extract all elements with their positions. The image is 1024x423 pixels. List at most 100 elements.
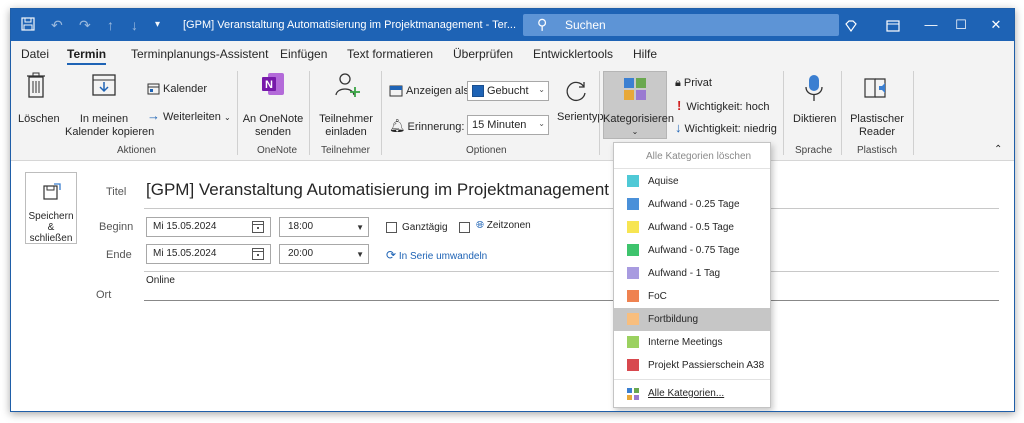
arrow-down-icon[interactable]: ↓ [131, 17, 138, 33]
chevron-down-icon: ▼ [356, 250, 364, 259]
category-item[interactable]: Aufwand - 0.75 Tage [614, 239, 770, 262]
chevron-down-icon: ⌄ [631, 127, 639, 136]
clear-all-categories-item[interactable]: Alle Kategorien löschen [614, 143, 770, 169]
reminder-dropdown[interactable]: 15 Minuten ⌄ [467, 115, 549, 135]
outlook-appointment-window: ↶ ↷ ↑ ↓ ▾ [GPM] Veranstaltung Automatisi… [10, 8, 1015, 412]
category-label: Aufwand - 0.25 Tage [648, 199, 740, 210]
delete-button[interactable]: Löschen [18, 113, 60, 126]
category-color-swatch [627, 359, 639, 371]
onenote-icon[interactable]: N [260, 71, 286, 100]
category-item[interactable]: FoC [614, 285, 770, 308]
title-label: Titel [106, 186, 127, 198]
save-icon[interactable] [21, 17, 35, 34]
microphone-icon[interactable] [804, 73, 824, 106]
group-optionen: Optionen [466, 145, 507, 156]
ribbon-display-icon[interactable] [873, 9, 913, 41]
send-to-onenote-label-1[interactable]: An OneNote [239, 113, 307, 126]
close-icon[interactable]: ✕ [976, 9, 1014, 41]
time-zones-checkbox[interactable] [459, 222, 470, 233]
recurrence-icon: ⟳ [386, 248, 397, 262]
ribbon-separator [381, 71, 382, 155]
category-color-swatch [627, 221, 639, 233]
category-item[interactable]: Aufwand - 0.5 Tage [614, 216, 770, 239]
category-item[interactable]: Fortbildung [614, 308, 770, 331]
category-color-swatch [627, 290, 639, 302]
arrow-up-icon[interactable]: ↑ [107, 17, 114, 33]
end-date-field[interactable]: Mi 15.05.2024 [146, 244, 271, 264]
group-aktionen: Aktionen [117, 145, 156, 156]
category-color-swatch [627, 267, 639, 279]
tab-entwicklertools[interactable]: Entwicklertools [533, 47, 613, 61]
search-box[interactable]: ⚲ Suchen [523, 14, 839, 36]
tab-termin[interactable]: Termin [67, 47, 107, 66]
make-recurring-link[interactable]: ⟳ In Serie umwandeln [386, 248, 487, 262]
recurrence-button[interactable]: Serientyp [557, 111, 603, 124]
save-label-1: Speichern [28, 211, 74, 222]
all-day-checkbox[interactable] [386, 222, 397, 233]
private-button[interactable]: 🔒︎ Privat [675, 77, 712, 90]
importance-high-button[interactable]: ! Wichtigkeit: hoch [675, 99, 770, 114]
category-item[interactable]: Projekt Passierschein A38 [614, 354, 770, 377]
category-item[interactable]: Aufwand - 1 Tag [614, 262, 770, 285]
trash-icon[interactable] [25, 71, 47, 102]
redo-icon[interactable]: ↷ [79, 17, 91, 34]
search-label: Suchen [565, 18, 606, 32]
location-value[interactable]: Online [146, 275, 175, 286]
tab-text-formatieren[interactable]: Text formatieren [347, 47, 433, 61]
calendar-icon[interactable] [252, 221, 264, 233]
undo-icon[interactable]: ↶ [51, 17, 63, 34]
category-color-swatch [627, 336, 639, 348]
title-field[interactable]: [GPM] Veranstaltung Automatisierung im P… [146, 180, 609, 200]
tab-terminplanungs-assistent[interactable]: Terminplanungs-Assistent [131, 47, 268, 61]
invite-attendees-label-1[interactable]: Teilnehmer [311, 113, 381, 126]
recurrence-icon[interactable] [564, 79, 588, 106]
importance-low-button[interactable]: ↓ Wichtigkeit: niedrig [675, 121, 777, 136]
collapse-ribbon-icon[interactable]: ⌃ [994, 143, 1002, 156]
ribbon-separator [237, 71, 238, 155]
diamond-icon[interactable] [831, 9, 871, 41]
immersive-reader-icon[interactable] [863, 75, 891, 104]
category-item[interactable]: Aufwand - 0.25 Tage [614, 193, 770, 216]
time-zones-label: 🌐︎ Zeitzonen [476, 220, 531, 231]
location-underline [144, 300, 999, 301]
category-color-swatch [627, 244, 639, 256]
tab-hilfe[interactable]: Hilfe [633, 47, 657, 61]
tab-ueberpruefen[interactable]: Überprüfen [453, 47, 513, 61]
forward-button[interactable]: → Weiterleiten ⌄ [147, 109, 231, 124]
dictate-button[interactable]: Diktieren [793, 113, 836, 126]
show-as-label: Anzeigen als: [389, 85, 472, 98]
all-day-label: Ganztägig [402, 222, 448, 233]
arrow-down-icon: ↓ [675, 120, 682, 135]
category-item[interactable]: Aquise [614, 170, 770, 193]
all-categories-item[interactable]: Alle Kategorien... [614, 383, 770, 405]
save-and-close-button[interactable]: Speichern & schließen [25, 172, 77, 244]
svg-text:N: N [265, 79, 273, 91]
end-time-field[interactable]: 20:00 ▼ [279, 244, 369, 264]
maximize-icon[interactable]: ☐ [941, 9, 981, 41]
calendar-button[interactable]: Kalender [147, 83, 207, 96]
category-label: Interne Meetings [648, 337, 723, 348]
calendar-icon[interactable] [252, 248, 264, 260]
invite-attendees-icon[interactable] [333, 71, 361, 102]
invite-attendees-label-2[interactable]: einladen [311, 126, 381, 139]
category-item[interactable]: Interne Meetings [614, 331, 770, 354]
send-to-onenote-label-2[interactable]: senden [239, 126, 307, 139]
group-plastisch: Plastisch [857, 145, 898, 156]
window-title: [GPM] Veranstaltung Automatisierung im P… [183, 19, 517, 31]
categorize-menu: Alle Kategorien löschen Aquise Aufwand - … [613, 142, 771, 408]
appointment-form: Speichern & schließen Titel [GPM] Verans… [11, 161, 1014, 411]
copy-to-calendar-label-2[interactable]: Kalender kopieren [65, 126, 154, 139]
tab-einfuegen[interactable]: Einfügen [280, 47, 327, 61]
customize-qat-icon[interactable]: ▾ [155, 19, 160, 30]
category-label: Aufwand - 0.75 Tage [648, 245, 740, 256]
immersive-reader-label-2[interactable]: Reader [843, 126, 911, 139]
copy-to-calendar-icon[interactable] [91, 71, 117, 100]
immersive-reader-label-1[interactable]: Plastischer [843, 113, 911, 126]
start-date-field[interactable]: Mi 15.05.2024 [146, 217, 271, 237]
show-as-dropdown[interactable]: Gebucht ⌄ [467, 81, 549, 101]
tab-datei[interactable]: Datei [21, 47, 49, 61]
busy-status-swatch [472, 85, 484, 98]
copy-to-calendar-label-1[interactable]: In meinen [73, 113, 135, 126]
category-label: Aufwand - 1 Tag [648, 268, 721, 279]
start-time-field[interactable]: 18:00 ▼ [279, 217, 369, 237]
